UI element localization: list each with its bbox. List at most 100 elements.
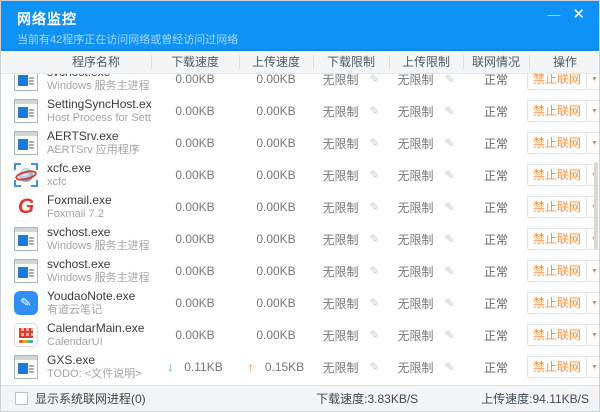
total-upload-speed: 上传速度:94.11KB/S (481, 390, 589, 407)
edit-upload-limit-icon[interactable]: ✎ (444, 168, 454, 182)
download-limit-value: 无限制 (322, 295, 358, 312)
block-network-button[interactable]: 禁止联网 ▼ (527, 100, 599, 122)
program-description: Foxmail 7.2 (47, 208, 112, 221)
chevron-down-icon[interactable]: ▼ (586, 293, 599, 313)
download-speed-cell: 0.00KB (151, 328, 239, 342)
table-row: YoudaoNote.exe 有道云笔记 0.00KB 0.00KB 无限制 ✎… (1, 287, 599, 319)
edit-upload-limit-icon[interactable]: ✎ (444, 360, 454, 374)
download-limit-value: 无限制 (322, 263, 358, 280)
block-network-button[interactable]: 禁止联网 ▼ (527, 292, 599, 314)
download-limit-value: 无限制 (322, 199, 358, 216)
edit-download-limit-icon[interactable]: ✎ (369, 168, 379, 182)
program-description: CalendarUI (47, 336, 144, 349)
edit-upload-limit-icon[interactable]: ✎ (444, 74, 454, 86)
edit-upload-limit-icon[interactable]: ✎ (444, 232, 454, 246)
edit-download-limit-icon[interactable]: ✎ (369, 200, 379, 214)
block-network-button[interactable]: 禁止联网 ▼ (527, 74, 599, 90)
table-row: svchost.exe Windows 服务主进程 0.00KB 0.00KB … (1, 74, 599, 95)
download-limit-value: 无限制 (322, 359, 358, 376)
edit-download-limit-icon[interactable]: ✎ (369, 74, 379, 86)
download-limit-cell: 无限制 ✎ (313, 135, 389, 152)
download-limit-cell: 无限制 ✎ (313, 327, 389, 344)
download-limit-cell: 无限制 ✎ (313, 295, 389, 312)
table-row: GXS.exe TODO: <文件说明> ↓ 0.11KB ↑ 0.15KB 无… (1, 351, 599, 383)
edit-upload-limit-icon[interactable]: ✎ (444, 296, 454, 310)
block-network-button[interactable]: 禁止联网 ▼ (527, 132, 599, 154)
edit-upload-limit-icon[interactable]: ✎ (444, 264, 454, 278)
operation-cell: 禁止联网 ▼ (529, 196, 599, 218)
program-name: svchost.exe (47, 258, 150, 272)
network-status-cell: 正常 (463, 167, 529, 184)
program-name: xcfc.exe (47, 162, 91, 176)
program-name: GXS.exe (47, 354, 142, 368)
upload-speed-value: 0.00KB (256, 264, 295, 278)
edit-download-limit-icon[interactable]: ✎ (369, 136, 379, 150)
edit-upload-limit-icon[interactable]: ✎ (444, 200, 454, 214)
chevron-down-icon[interactable]: ▼ (586, 74, 599, 89)
process-table-body: svchost.exe Windows 服务主进程 0.00KB 0.00KB … (1, 74, 599, 388)
upload-speed-value: 0.00KB (256, 296, 295, 310)
edit-upload-limit-icon[interactable]: ✎ (444, 328, 454, 342)
network-status-value: 正常 (484, 327, 508, 344)
edit-upload-limit-icon[interactable]: ✎ (444, 136, 454, 150)
header-program-name: 程序名称 (1, 51, 151, 73)
program-icon (14, 163, 38, 187)
footer-bar: 显示系统联网进程(0) 下载速度:3.83KB/S 上传速度:94.11KB/S (1, 385, 599, 411)
block-network-label: 禁止联网 (528, 261, 586, 281)
download-limit-cell: 无限制 ✎ (313, 167, 389, 184)
block-network-button[interactable]: 禁止联网 ▼ (527, 356, 599, 378)
chevron-down-icon[interactable]: ▼ (586, 133, 599, 153)
program-description: Windows 服务主进程 (47, 80, 150, 93)
upload-speed-cell: 0.00KB (239, 168, 313, 182)
edit-download-limit-icon[interactable]: ✎ (369, 296, 379, 310)
program-name: AERTSrv.exe (47, 130, 140, 144)
chevron-down-icon[interactable]: ▼ (586, 325, 599, 345)
download-limit-value: 无限制 (322, 103, 358, 120)
network-status-cell: 正常 (463, 295, 529, 312)
edit-download-limit-icon[interactable]: ✎ (369, 264, 379, 278)
upload-limit-value: 无限制 (397, 103, 433, 120)
block-network-button[interactable]: 禁止联网 ▼ (527, 260, 599, 282)
block-network-button[interactable]: 禁止联网 ▼ (527, 324, 599, 346)
network-monitor-window: 网络监控 当前有42程序正在访问网络或曾经访问过网络 — ✕ 程序名称 下载速度… (0, 0, 600, 412)
chevron-down-icon[interactable]: ▼ (586, 357, 599, 377)
block-network-button[interactable]: 禁止联网 ▼ (527, 228, 599, 250)
download-speed-value: 0.00KB (175, 264, 214, 278)
download-speed-value: 0.00KB (175, 328, 214, 342)
network-status-value: 正常 (484, 231, 508, 248)
upload-limit-cell: 无限制 ✎ (389, 327, 463, 344)
edit-download-limit-icon[interactable]: ✎ (369, 232, 379, 246)
upload-speed-cell: 0.00KB (239, 74, 313, 86)
program-name-cell: SettingSyncHost.exe Host Process for Set… (1, 98, 151, 124)
block-network-button[interactable]: 禁止联网 ▼ (527, 196, 599, 218)
vertical-scrollbar[interactable] (594, 162, 598, 250)
edit-download-limit-icon[interactable]: ✎ (369, 328, 379, 342)
header-download-speed: 下载速度 (151, 51, 239, 73)
upload-limit-value: 无限制 (397, 167, 433, 184)
close-icon[interactable]: ✕ (572, 7, 585, 23)
operation-cell: 禁止联网 ▼ (529, 292, 599, 314)
download-limit-cell: 无限制 ✎ (313, 103, 389, 120)
edit-upload-limit-icon[interactable]: ✎ (444, 104, 454, 118)
download-speed-value: 0.00KB (175, 168, 214, 182)
header-operation: 操作 (529, 51, 600, 73)
minimize-icon[interactable]: — (547, 7, 560, 23)
download-speed-cell: 0.00KB (151, 74, 239, 86)
operation-cell: 禁止联网 ▼ (529, 164, 599, 186)
upload-speed-value: 0.15KB (265, 360, 304, 374)
edit-download-limit-icon[interactable]: ✎ (369, 104, 379, 118)
chevron-down-icon[interactable]: ▼ (586, 261, 599, 281)
show-system-processes-checkbox[interactable] (15, 392, 28, 405)
block-network-label: 禁止联网 (528, 325, 586, 345)
download-limit-cell: 无限制 ✎ (313, 263, 389, 280)
program-name: svchost.exe (47, 226, 150, 240)
table-row: Foxmail.exe Foxmail 7.2 0.00KB 0.00KB 无限… (1, 191, 599, 223)
download-speed-value: 0.00KB (175, 200, 214, 214)
program-icon (14, 323, 38, 347)
block-network-label: 禁止联网 (528, 165, 586, 185)
download-speed-value: 0.00KB (175, 104, 214, 118)
chevron-down-icon[interactable]: ▼ (586, 101, 599, 121)
block-network-button[interactable]: 禁止联网 ▼ (527, 164, 599, 186)
edit-download-limit-icon[interactable]: ✎ (369, 360, 379, 374)
download-limit-value: 无限制 (322, 167, 358, 184)
